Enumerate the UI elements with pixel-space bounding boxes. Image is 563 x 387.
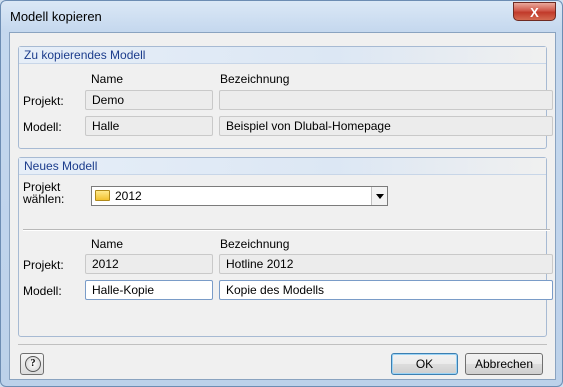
source-col-desc: Bezeichnung — [220, 72, 290, 86]
chevron-down-icon[interactable] — [371, 187, 387, 205]
title-bar[interactable]: Modell kopieren X — [1, 1, 562, 31]
help-button[interactable]: ? — [20, 353, 44, 375]
source-model-group: Zu kopierendes Modell Name Bezeichnung P… — [18, 46, 553, 149]
ok-button[interactable]: OK — [391, 353, 458, 375]
project-select-value: 2012 — [115, 189, 142, 203]
group-divider — [23, 229, 550, 231]
new-project-desc-field: Hotline 2012 — [219, 254, 553, 274]
new-group-title: Neues Modell — [24, 159, 98, 173]
source-group-header: Zu kopierendes Modell — [19, 47, 546, 64]
new-col-name: Name — [91, 237, 124, 251]
close-button[interactable]: X — [513, 2, 556, 21]
project-select-label: Projekt wählen: — [23, 181, 64, 205]
source-model-name-field: Halle — [85, 116, 213, 136]
source-project-label: Projekt: — [23, 94, 64, 108]
help-icon: ? — [25, 356, 41, 372]
dialog-client: Zu kopierendes Modell Name Bezeichnung P… — [9, 32, 556, 380]
close-icon: X — [530, 5, 539, 20]
source-model-label: Modell: — [23, 120, 62, 134]
new-project-label: Projekt: — [23, 258, 64, 272]
source-project-name-field: Demo — [85, 90, 213, 110]
source-model-desc-field: Beispiel von Dlubal-Homepage — [219, 116, 553, 136]
source-group-title: Zu kopierendes Modell — [24, 48, 146, 62]
source-col-name: Name — [91, 72, 124, 86]
new-model-label: Modell: — [23, 284, 62, 298]
new-model-desc-input[interactable]: Kopie des Modells — [219, 280, 553, 300]
cancel-button[interactable]: Abbrechen — [465, 353, 543, 375]
new-col-desc: Bezeichnung — [220, 237, 290, 251]
new-group-header: Neues Modell — [19, 158, 546, 175]
dialog-window: Modell kopieren X Zu kopierendes Modell … — [0, 0, 563, 387]
footer-divider — [18, 344, 547, 345]
window-title: Modell kopieren — [10, 9, 102, 24]
folder-icon — [95, 190, 110, 201]
source-project-desc-field — [219, 90, 553, 110]
project-select-label-line2: wählen: — [23, 192, 65, 206]
new-model-name-input[interactable]: Halle-Kopie — [85, 280, 213, 300]
new-project-name-field: 2012 — [85, 254, 213, 274]
new-model-group: Neues Modell Projekt wählen: 2012 Name B… — [18, 157, 553, 337]
project-select[interactable]: 2012 — [91, 186, 388, 206]
